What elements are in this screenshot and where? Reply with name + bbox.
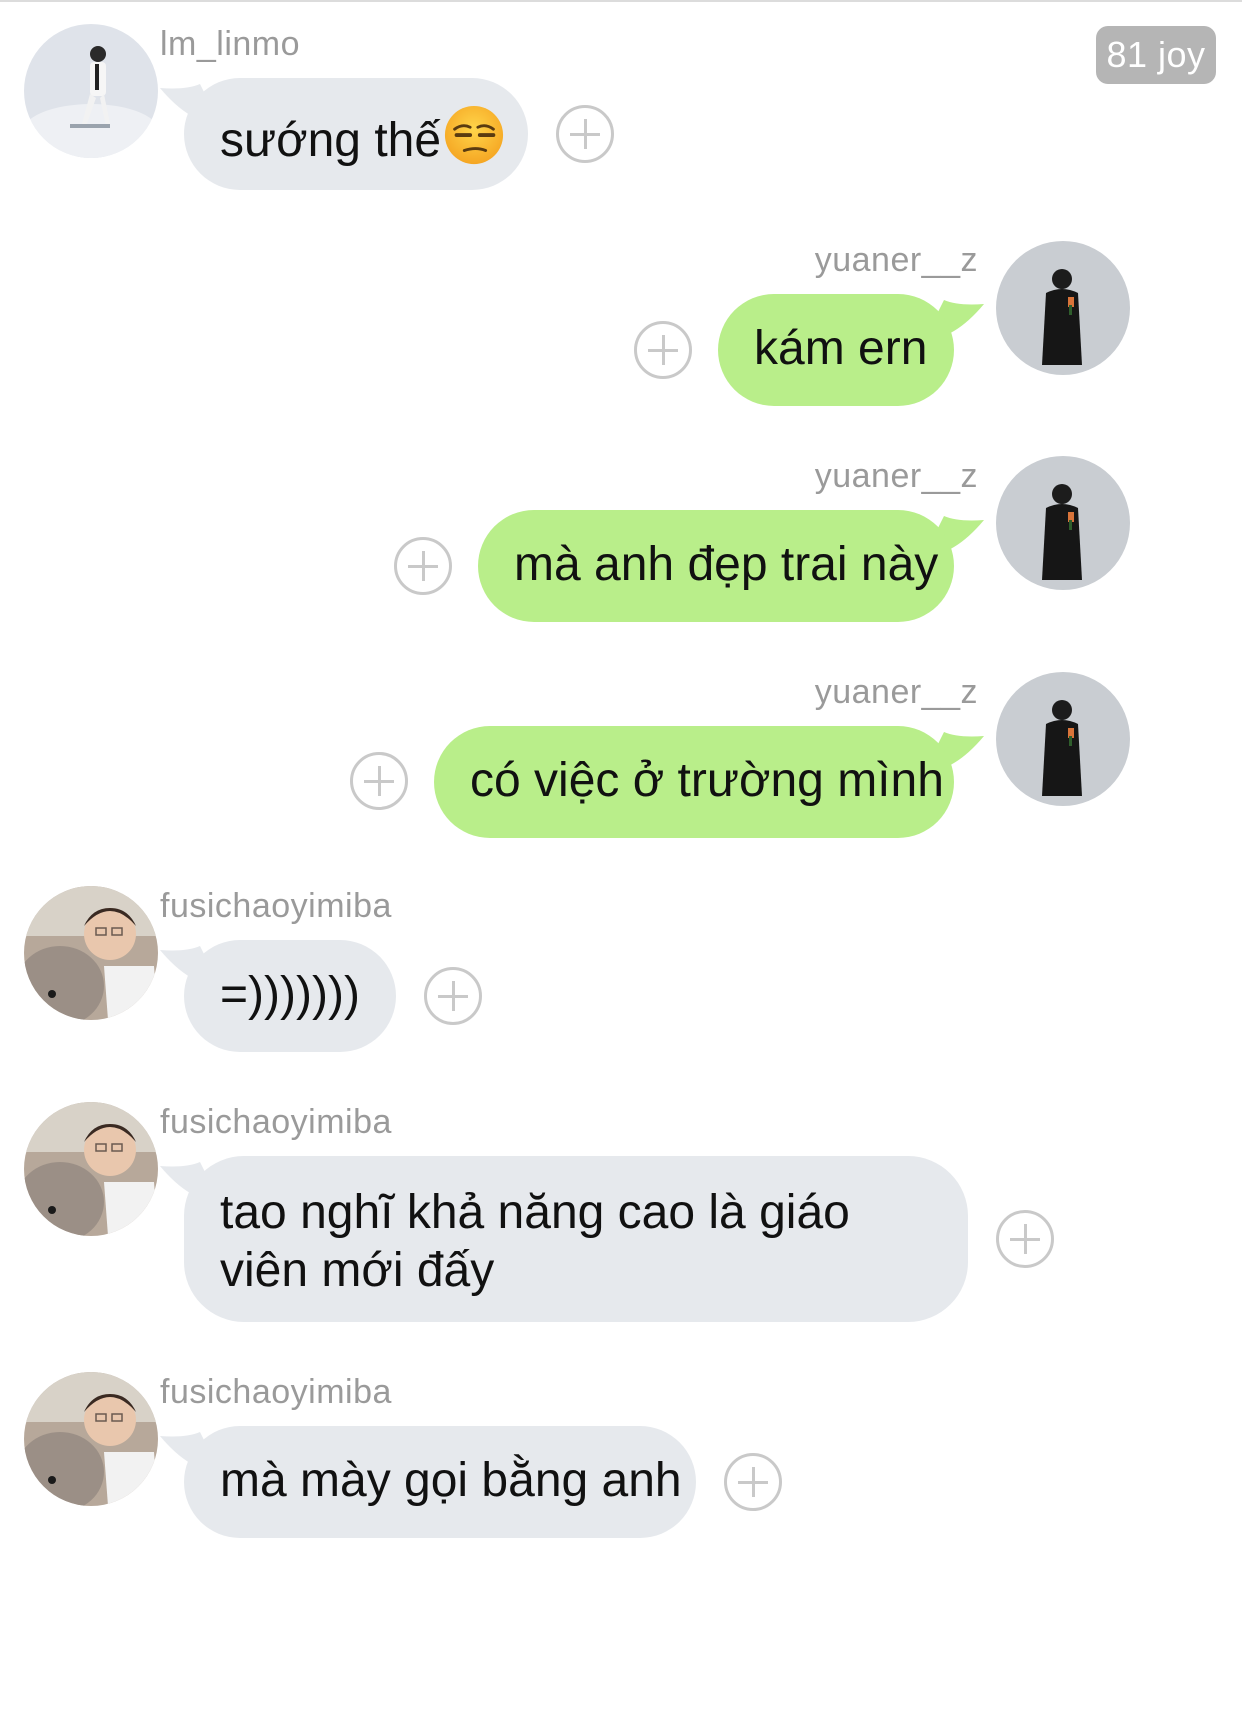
message-text: sướng thế [220, 114, 442, 167]
add-reaction-button[interactable] [394, 537, 452, 595]
add-reaction-button[interactable] [634, 321, 692, 379]
message-text: tao nghĩ khả năng cao là giáo viên mới đ… [220, 1186, 850, 1297]
message-text: =))))))) [220, 968, 360, 1021]
message-bubble[interactable]: sướng thế [184, 78, 528, 190]
add-reaction-button[interactable] [724, 1453, 782, 1511]
sender-name: yuaner__z [814, 673, 978, 711]
message-bubble[interactable]: có việc ở trường mình [434, 726, 954, 838]
message-text: mà mày gọi bằng anh [220, 1454, 682, 1507]
reaction-count-badge[interactable]: 81 joy [1096, 26, 1216, 84]
add-reaction-button[interactable] [350, 752, 408, 810]
avatar-fusichaoyimiba[interactable] [24, 1102, 158, 1236]
message-bubble[interactable]: mà anh đẹp trai này [478, 510, 954, 622]
sender-name: fusichaoyimiba [160, 1103, 392, 1141]
avatar-yuaner-z[interactable] [996, 456, 1130, 590]
message-bubble[interactable]: mà mày gọi bằng anh [184, 1426, 696, 1538]
message-bubble[interactable]: kám ern [718, 294, 954, 406]
avatar-fusichaoyimiba[interactable] [24, 886, 158, 1020]
sender-name: fusichaoyimiba [160, 887, 392, 925]
add-reaction-button[interactable] [424, 967, 482, 1025]
top-divider [0, 0, 1242, 2]
message-bubble[interactable]: tao nghĩ khả năng cao là giáo viên mới đ… [184, 1156, 968, 1322]
message-bubble[interactable]: =))))))) [184, 940, 396, 1052]
avatar-fusichaoyimiba[interactable] [24, 1372, 158, 1506]
unamused-face-emoji [445, 105, 504, 165]
avatar-yuaner-z[interactable] [996, 241, 1130, 375]
sender-name: fusichaoyimiba [160, 1373, 392, 1411]
sender-name: yuaner__z [814, 241, 978, 279]
avatar-lm-linmo[interactable] [24, 24, 158, 158]
add-reaction-button[interactable] [556, 105, 614, 163]
message-text: kám ern [754, 322, 928, 375]
message-text: có việc ở trường mình [470, 754, 944, 807]
sender-name: yuaner__z [814, 457, 978, 495]
avatar-yuaner-z[interactable] [996, 672, 1130, 806]
add-reaction-button[interactable] [996, 1210, 1054, 1268]
sender-name: lm_linmo [160, 25, 301, 63]
message-text: mà anh đẹp trai này [514, 538, 939, 591]
